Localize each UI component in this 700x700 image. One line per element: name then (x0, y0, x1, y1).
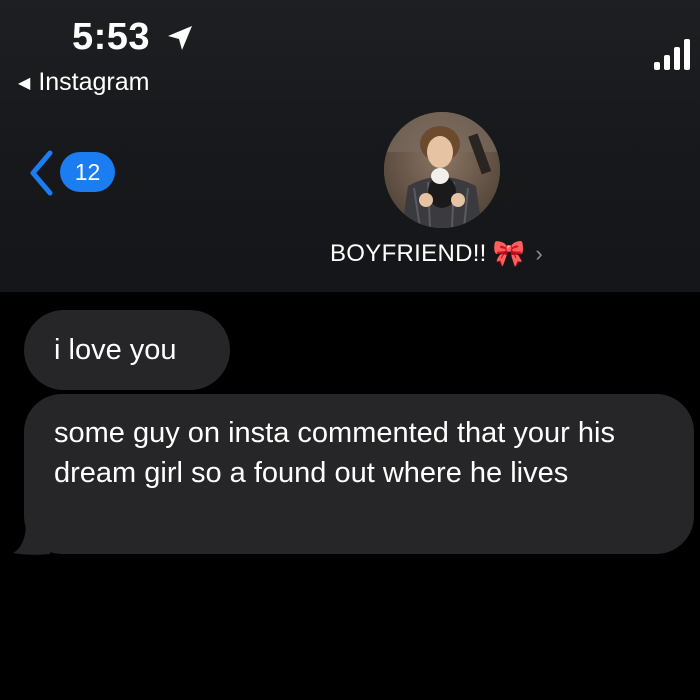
messages-screen: 5:53 ◀ Instagram 12 BOYFRIEND!! 🎀 › i lo… (0, 0, 700, 700)
message-text: some guy on insta commented that your hi… (54, 417, 615, 489)
contact-avatar[interactable] (384, 112, 500, 228)
location-arrow-icon (168, 26, 192, 50)
ribbon-emoji: 🎀 (492, 238, 526, 268)
contact-name-button[interactable]: BOYFRIEND!! 🎀 › (330, 238, 543, 269)
contact-name: BOYFRIEND!! (330, 239, 487, 267)
status-time: 5:53 (72, 16, 151, 58)
bubble-tail (13, 520, 50, 555)
back-chevron-icon[interactable] (26, 148, 56, 198)
back-to-app-link[interactable]: ◀ Instagram (18, 68, 149, 97)
unread-count-badge[interactable]: 12 (60, 152, 115, 192)
conversation-header: 5:53 ◀ Instagram 12 BOYFRIEND!! 🎀 › (0, 0, 700, 292)
chevron-right-icon: › (535, 240, 543, 266)
avatar-photo (384, 112, 500, 228)
received-message-bubble[interactable]: i love you (24, 310, 230, 390)
back-triangle-icon: ◀ (18, 74, 31, 92)
message-text: i love you (54, 334, 177, 366)
signal-bars-icon (654, 39, 690, 70)
back-to-app-label: Instagram (38, 68, 150, 96)
received-message-bubble[interactable]: some guy on insta commented that your hi… (24, 394, 694, 554)
